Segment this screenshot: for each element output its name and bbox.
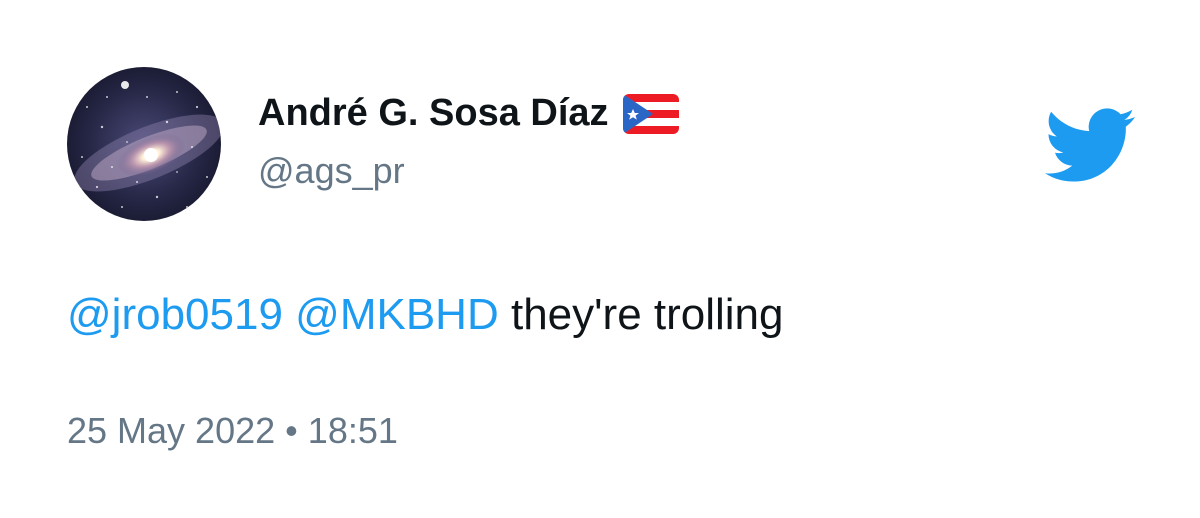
avatar[interactable] [67, 67, 221, 221]
tweet-timestamp[interactable]: 25 May 2022 • 18:51 [67, 410, 398, 452]
tweet-body: @jrob0519 @MKBHD they're trolling [67, 290, 784, 340]
tweet-text: they're trolling [510, 290, 784, 339]
galaxy-avatar-icon [67, 67, 221, 221]
puerto-rico-flag-icon [622, 93, 679, 134]
author-handle[interactable]: @ags_pr [258, 150, 405, 192]
tweet-date: 25 May 2022 [67, 410, 276, 451]
display-name-text: André G. Sosa Díaz [258, 92, 609, 134]
mention-link[interactable]: @MKBHD [295, 290, 499, 339]
twitter-bird-icon[interactable] [1045, 108, 1136, 182]
timestamp-separator: • [285, 410, 298, 451]
mention-link[interactable]: @jrob0519 [67, 290, 283, 339]
tweet-time: 18:51 [307, 410, 398, 451]
author-display-name[interactable]: André G. Sosa Díaz [258, 92, 679, 135]
tweet-card: André G. Sosa Díaz @ags_pr @jrob0519 @MK… [0, 0, 1200, 518]
